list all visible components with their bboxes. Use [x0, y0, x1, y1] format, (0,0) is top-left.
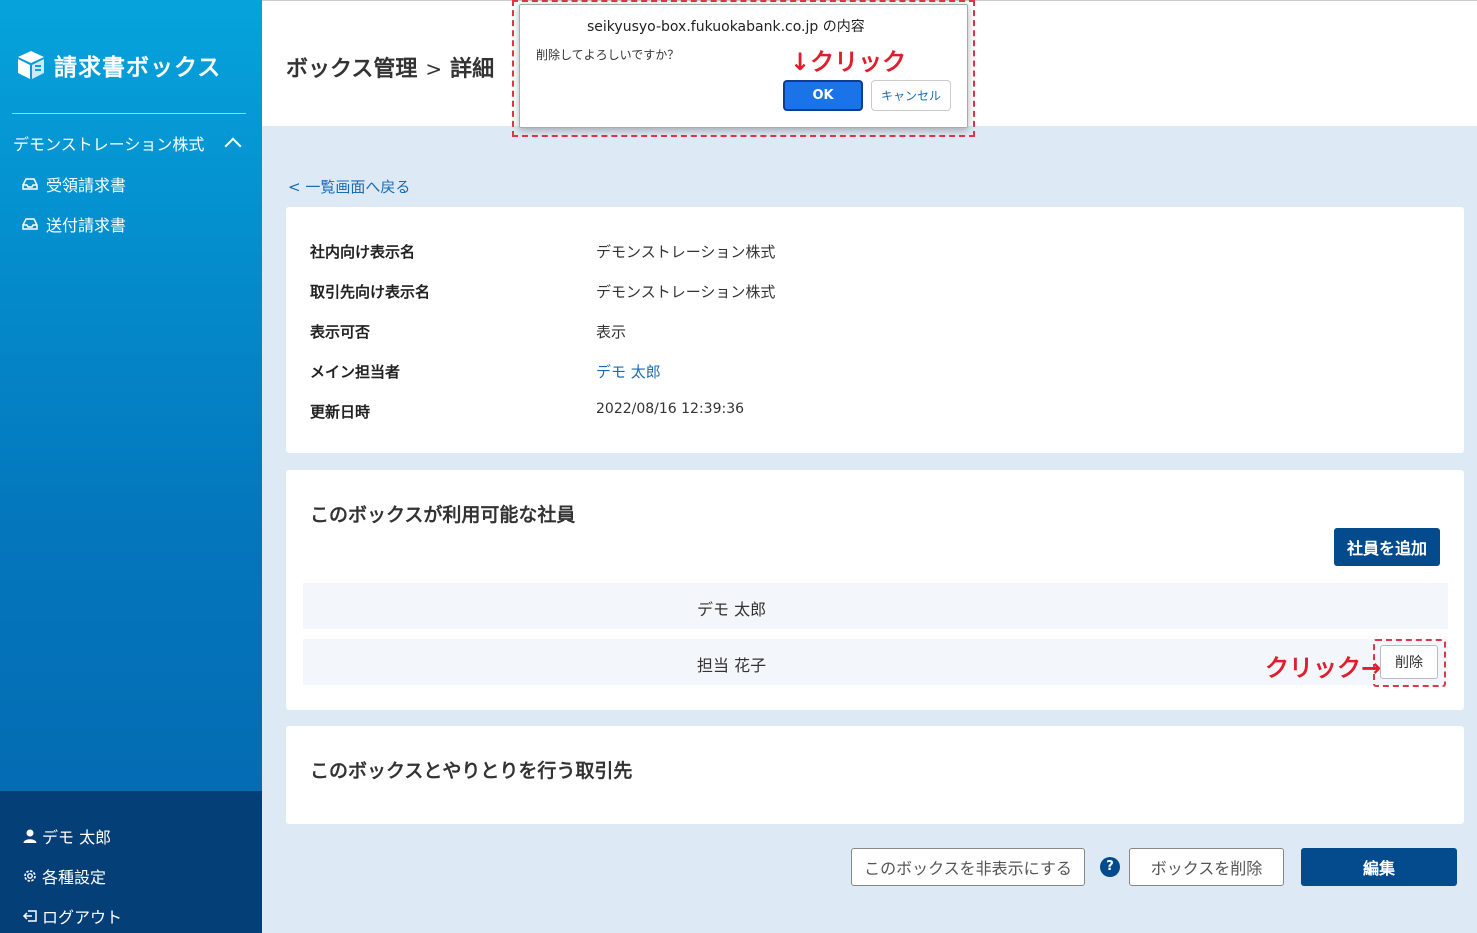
- dialog-ok-button[interactable]: OK: [783, 80, 863, 111]
- chevron-up-icon: [224, 137, 242, 155]
- help-icon[interactable]: ?: [1100, 857, 1120, 877]
- sidebar-item-sent[interactable]: 送付請求書: [22, 212, 126, 236]
- detail-label: 更新日時: [310, 403, 371, 421]
- detail-value: デモンストレーション株式: [596, 243, 776, 261]
- table-row: [303, 583, 1448, 629]
- detail-value: デモンストレーション株式: [596, 283, 776, 301]
- user-icon: [23, 829, 37, 843]
- detail-row-main-owner: メイン担当者 デモ 太郎: [310, 361, 661, 382]
- detail-row-internal-name: 社内向け表示名 デモンストレーション株式: [310, 241, 775, 262]
- sidebar-item-label: 受領請求書: [46, 176, 127, 195]
- detail-label: 取引先向け表示名: [310, 283, 431, 301]
- dialog-message: 削除してよろしいですか？: [536, 48, 680, 62]
- detail-row-partner-name: 取引先向け表示名 デモンストレーション株式: [310, 281, 775, 302]
- sidebar-item-received[interactable]: 受領請求書: [22, 172, 126, 196]
- sidebar-item-label: 送付請求書: [46, 216, 127, 235]
- detail-value: 2022/08/16 12:39:36: [596, 401, 745, 417]
- click-annotation: クリック→: [1265, 654, 1382, 682]
- detail-label: 社内向け表示名: [310, 243, 416, 261]
- employee-name: 担当 花子: [697, 656, 767, 675]
- inbox-icon: [22, 178, 38, 190]
- logout-link[interactable]: ログアウト: [22, 904, 122, 928]
- click-annotation: ↓クリック: [790, 48, 907, 76]
- user-name: デモ 太郎: [42, 828, 112, 847]
- edit-button[interactable]: 編集: [1301, 848, 1457, 886]
- breadcrumb-separator: >: [425, 57, 443, 81]
- settings-label: 各種設定: [42, 868, 107, 887]
- main-owner-link[interactable]: デモ 太郎: [596, 361, 661, 382]
- hide-box-button[interactable]: このボックスを非表示にする: [851, 848, 1085, 886]
- back-to-list-link[interactable]: < 一覧画面へ戻る: [288, 176, 410, 197]
- company-menu[interactable]: デモンストレーション株式: [13, 131, 249, 155]
- box-logo-icon: [18, 51, 44, 79]
- settings-link[interactable]: 各種設定: [22, 864, 106, 888]
- inbox-icon: [22, 218, 38, 230]
- detail-label: 表示可否: [310, 323, 371, 341]
- sidebar: 請求書ボックス デモンストレーション株式 受領請求書 送付請求書 デモ 太郎 各…: [0, 0, 262, 933]
- remove-employee-button[interactable]: 削除: [1380, 645, 1438, 679]
- page-title: ボックス管理 > 詳細: [286, 51, 494, 83]
- detail-label: メイン担当者: [310, 363, 401, 381]
- user-menu[interactable]: デモ 太郎: [22, 824, 111, 848]
- app-logo[interactable]: 請求書ボックス: [14, 48, 221, 82]
- divider: [12, 113, 246, 114]
- logo-text: 請求書ボックス: [54, 55, 222, 81]
- dialog-title: seikyusyo-box.fukuokabank.co.jp の内容: [587, 19, 865, 35]
- breadcrumb-current: 詳細: [450, 57, 495, 82]
- company-name: デモンストレーション株式: [13, 135, 205, 154]
- detail-value: 表示: [596, 323, 627, 341]
- employees-section-title: このボックスが利用可能な社員: [310, 504, 576, 526]
- dialog-cancel-button[interactable]: キャンセル: [871, 80, 951, 111]
- logout-icon: [22, 910, 37, 922]
- delete-box-button[interactable]: ボックスを削除: [1129, 848, 1284, 886]
- detail-row-visibility: 表示可否 表示: [310, 321, 626, 342]
- detail-row-updated-at: 更新日時 2022/08/16 12:39:36: [310, 401, 744, 422]
- breadcrumb-parent: ボックス管理: [286, 57, 418, 82]
- logout-label: ログアウト: [42, 908, 123, 927]
- add-employee-button[interactable]: 社員を追加: [1334, 528, 1440, 566]
- partners-section-title: このボックスとやりとりを行う取引先: [310, 760, 633, 782]
- gear-icon: [24, 870, 36, 882]
- employee-name: デモ 太郎: [697, 600, 767, 619]
